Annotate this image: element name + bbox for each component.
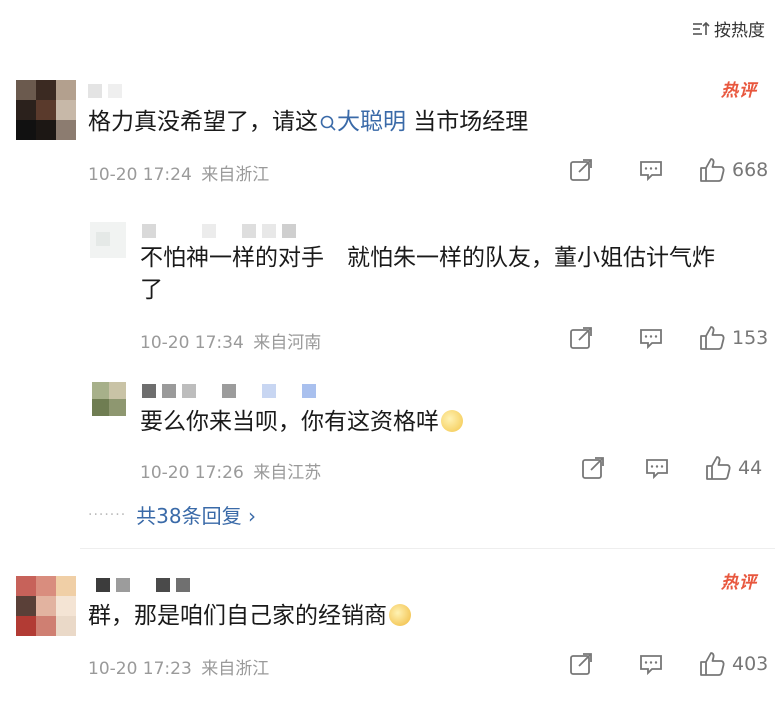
share-icon xyxy=(570,159,592,181)
like-button[interactable]: 153 xyxy=(698,324,768,352)
username-mosaic[interactable] xyxy=(142,384,316,398)
comment-text: 群，那是咱们自己家的经销商 xyxy=(88,600,411,632)
reply-date: 10-20 17:26 xyxy=(140,463,244,483)
reply-date: 10-20 17:34 xyxy=(140,333,244,353)
avatar[interactable] xyxy=(92,382,126,416)
share-button[interactable] xyxy=(568,651,638,677)
reply-actions: 44 xyxy=(580,454,762,482)
like-count: 44 xyxy=(738,457,763,479)
share-icon xyxy=(570,327,592,349)
like-count: 403 xyxy=(732,653,769,675)
share-icon xyxy=(570,653,592,675)
comment-meta: 10-20 17:24 来自浙江 xyxy=(88,160,269,185)
comment-location: 来自浙江 xyxy=(201,165,270,185)
like-button[interactable]: 668 xyxy=(698,156,768,184)
like-icon xyxy=(700,652,725,676)
username-mosaic[interactable] xyxy=(96,578,190,592)
comment-actions: 668 xyxy=(568,156,768,184)
avatar[interactable] xyxy=(90,222,126,258)
comment-date: 10-20 17:24 xyxy=(88,165,192,185)
comment-icon xyxy=(640,655,662,676)
reply-text: 不怕神一样的对手 就怕朱一样的队友，董小姐估计气炸了 xyxy=(140,245,715,303)
sort-label: 按热度 xyxy=(714,21,765,41)
hot-comment-badge: 热评 xyxy=(721,81,757,101)
reply-location: 来自河南 xyxy=(253,333,322,353)
reply-location: 来自江苏 xyxy=(253,463,322,483)
comment-location: 来自浙江 xyxy=(201,659,270,679)
reply-actions: 153 xyxy=(568,324,768,352)
reply-button[interactable] xyxy=(638,157,698,183)
more-replies-dots: ······· xyxy=(88,506,127,523)
more-replies: ······· 共38条回复 › xyxy=(88,500,256,529)
share-button[interactable] xyxy=(568,157,638,183)
comment-icon xyxy=(640,329,662,350)
comment-text: 格力真没希望了，请这 大聪明 当市场经理 xyxy=(88,109,529,135)
search-mention-icon xyxy=(320,115,336,131)
more-replies-link[interactable]: 共38条回复 › xyxy=(136,500,256,529)
sort-by-hot-button[interactable]: 按热度 xyxy=(692,16,765,41)
reply-meta: 10-20 17:26 来自江苏 xyxy=(140,458,321,483)
like-icon xyxy=(706,456,731,480)
reply-button[interactable] xyxy=(638,651,698,677)
comment-actions: 403 xyxy=(568,650,768,678)
hot-comment-badge: 热评 xyxy=(721,573,757,593)
share-button[interactable] xyxy=(580,455,644,481)
avatar[interactable] xyxy=(16,80,76,140)
like-icon xyxy=(700,326,725,350)
sort-icon xyxy=(693,21,710,35)
like-count: 668 xyxy=(732,159,769,181)
reply-text: 要么你来当呗，你有这资格咩 xyxy=(140,406,463,438)
avatar[interactable] xyxy=(16,576,76,636)
emoji-icon xyxy=(441,410,463,432)
username-mosaic[interactable] xyxy=(142,224,296,238)
like-button[interactable]: 44 xyxy=(704,454,762,482)
comment-meta: 10-20 17:23 来自浙江 xyxy=(88,654,269,679)
reply-meta: 10-20 17:34 来自河南 xyxy=(140,328,321,353)
mention-link[interactable]: 大聪明 xyxy=(318,109,406,135)
divider xyxy=(80,548,775,549)
comment-icon xyxy=(646,459,668,480)
share-button[interactable] xyxy=(568,325,638,351)
reply-button[interactable] xyxy=(638,325,698,351)
username-mosaic[interactable] xyxy=(88,84,122,98)
like-count: 153 xyxy=(732,327,769,349)
comment-date: 10-20 17:23 xyxy=(88,659,192,679)
reply-button[interactable] xyxy=(644,455,704,481)
like-icon xyxy=(700,158,725,182)
like-button[interactable]: 403 xyxy=(698,650,768,678)
share-icon xyxy=(582,457,604,479)
emoji-icon xyxy=(389,604,411,626)
comment-icon xyxy=(640,161,662,182)
